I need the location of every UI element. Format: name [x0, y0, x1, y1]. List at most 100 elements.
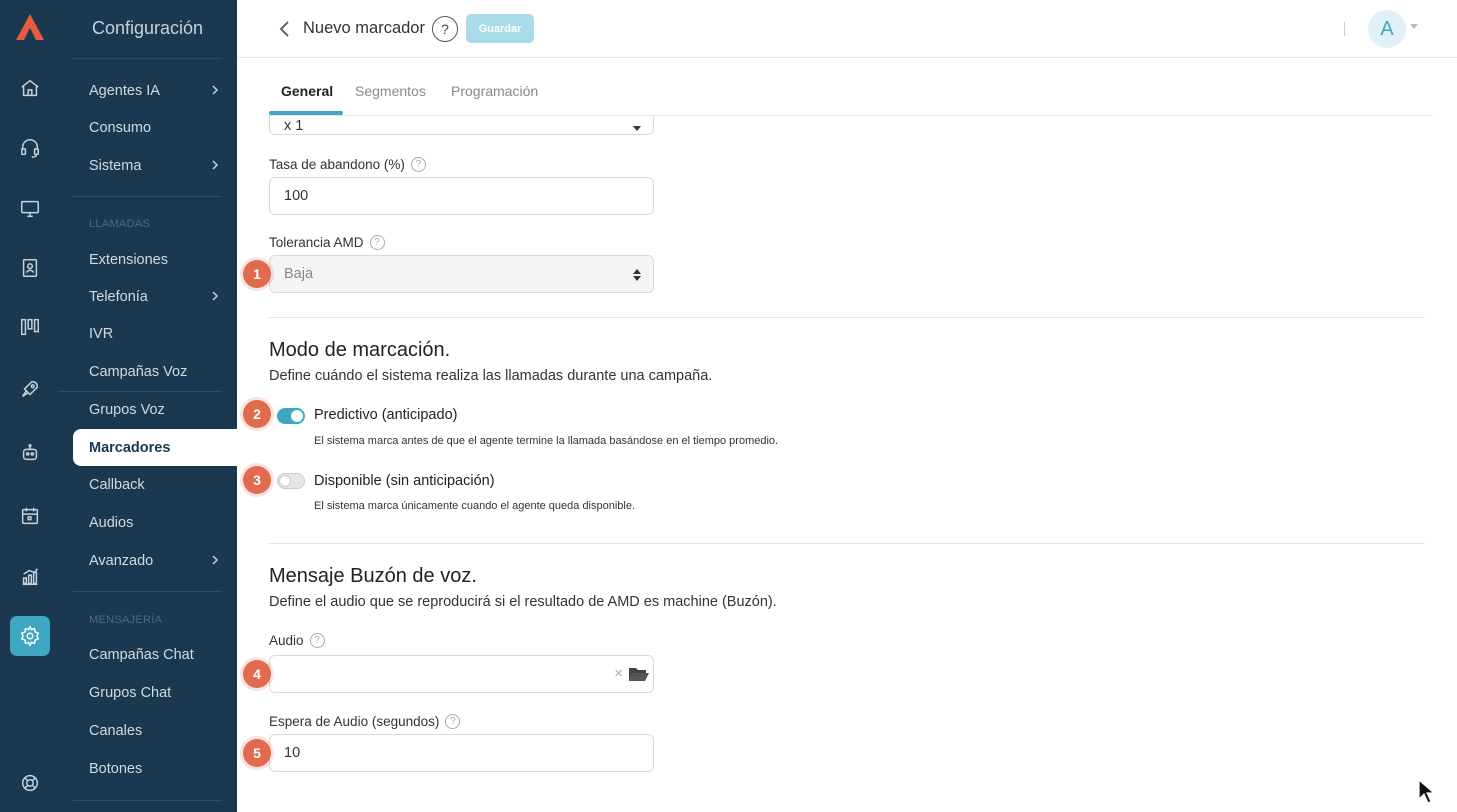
- sidebar-item-label: Campañas Chat: [89, 647, 194, 663]
- reports-icon[interactable]: [14, 561, 46, 593]
- sidebar-item-grupos-chat[interactable]: Grupos Chat: [89, 675, 222, 711]
- sort-caret-icon: [633, 269, 641, 281]
- sidebar-item-audios[interactable]: Audios: [89, 505, 222, 541]
- sidebar-item-label: Botones: [89, 761, 143, 777]
- audio-picker[interactable]: ×: [269, 655, 654, 693]
- ratio-select-value: x 1: [284, 118, 304, 134]
- page-title: Nuevo marcador: [303, 19, 425, 37]
- sidebar-item-label: Audios: [89, 515, 134, 531]
- avatar[interactable]: A: [1368, 10, 1406, 48]
- available-option-description: El sistema marca únicamente cuando el ag…: [314, 500, 636, 512]
- sidebar-item-label: IVR: [89, 326, 114, 342]
- sidebar-item-label: Avanzado: [89, 553, 154, 569]
- support-icon[interactable]: [14, 767, 46, 799]
- sidebar-item-label: Agentes IA: [89, 83, 160, 99]
- chevron-right-icon: [212, 160, 219, 170]
- sidebar-item-telefonia[interactable]: Telefonía: [89, 279, 222, 315]
- sidebar-item-agentes-ia[interactable]: Agentes IA: [89, 73, 222, 109]
- sidebar-divider: [73, 591, 222, 592]
- board-icon[interactable]: [14, 311, 46, 343]
- sidebar-item-label: Consumo: [89, 120, 152, 136]
- sidebar-item-sistema[interactable]: Sistema: [89, 148, 222, 184]
- sidebar-item-label: Callback: [89, 477, 145, 493]
- step-marker-4: 4: [243, 660, 271, 688]
- calendar-icon[interactable]: [14, 500, 46, 532]
- available-toggle[interactable]: [277, 473, 305, 489]
- sidebar-item-label: Telefonía: [89, 289, 148, 305]
- app-window: Configuración Agentes IA Consumo Sistema…: [0, 0, 1457, 812]
- predictive-option-title: Predictivo (anticipado): [314, 407, 458, 423]
- app-logo-icon[interactable]: [14, 12, 46, 42]
- predictive-option-description: El sistema marca antes de que el agente …: [314, 435, 779, 447]
- predictive-toggle[interactable]: [277, 408, 305, 424]
- abandon-rate-input[interactable]: 100: [269, 177, 654, 215]
- sidebar-item-extensiones[interactable]: Extensiones: [89, 242, 222, 278]
- sidebar-item-label: Sistema: [89, 158, 142, 174]
- section-divider: [269, 543, 1425, 544]
- help-circle-icon[interactable]: ?: [309, 633, 325, 648]
- section-llamadas: LLAMADAS: [89, 218, 151, 230]
- sidebar-item-ivr[interactable]: IVR: [89, 316, 222, 352]
- audio-label-text: Audio: [269, 633, 304, 648]
- sidebar-divider: [73, 58, 222, 59]
- sidebar-item-campanas-voz[interactable]: Campañas Voz: [89, 354, 222, 390]
- step-marker-2: 2: [243, 400, 271, 428]
- sidebar-item-marcadores[interactable]: Marcadores: [73, 429, 237, 466]
- sidebar-item-label: Grupos Voz: [89, 401, 165, 418]
- sidebar-item-canales[interactable]: Canales: [89, 713, 222, 749]
- tab-general[interactable]: General: [281, 83, 333, 99]
- contacts-icon[interactable]: [14, 252, 46, 284]
- sidebar-item-label: Canales: [89, 723, 143, 739]
- chevron-right-icon: [212, 555, 219, 565]
- toggle-knob: [279, 475, 291, 487]
- chevron-right-icon: [212, 85, 219, 95]
- sidebar-divider: [73, 800, 222, 801]
- icon-rail: [0, 0, 58, 812]
- rocket-icon[interactable]: [14, 373, 46, 405]
- help-circle-icon[interactable]: ?: [369, 235, 385, 250]
- sidebar-item-consumo[interactable]: Consumo: [89, 110, 222, 146]
- help-circle-icon[interactable]: ?: [445, 714, 461, 729]
- settings-sidebar: Configuración Agentes IA Consumo Sistema…: [58, 0, 237, 812]
- save-button[interactable]: Guardar: [466, 14, 534, 43]
- help-button[interactable]: ?: [432, 16, 458, 42]
- help-circle-icon[interactable]: ?: [410, 157, 426, 172]
- folder-open-icon[interactable]: [628, 665, 650, 683]
- main-content: General Segmentos Programación x 1 Tasa …: [237, 59, 1457, 812]
- tab-segmentos[interactable]: Segmentos: [355, 83, 426, 99]
- sidebar-item-label: Marcadores: [89, 439, 171, 456]
- sidebar-item-botones[interactable]: Botones: [89, 751, 222, 787]
- dial-mode-description: Define cuándo el sistema realiza las lla…: [269, 368, 713, 384]
- sidebar-item-callback[interactable]: Callback: [89, 467, 222, 503]
- available-option-title: Disponible (sin anticipación): [314, 473, 495, 489]
- sidebar-item-label: Extensiones: [89, 252, 168, 268]
- monitor-icon[interactable]: [14, 193, 46, 225]
- audio-label: Audio ?: [269, 633, 325, 648]
- step-marker-5: 5: [243, 739, 271, 767]
- section-divider: [269, 317, 1425, 318]
- tab-bar: General Segmentos Programación: [269, 59, 1433, 116]
- sidebar-item-avanzado[interactable]: Avanzado: [89, 543, 222, 579]
- audio-wait-label-text: Espera de Audio (segundos): [269, 714, 440, 729]
- section-mensajeria: MENSAJERÍA: [89, 614, 163, 626]
- sidebar-item-campanas-chat[interactable]: Campañas Chat: [89, 637, 222, 673]
- back-arrow-icon[interactable]: [277, 19, 293, 39]
- robot-icon[interactable]: [14, 437, 46, 469]
- headset-icon[interactable]: [14, 132, 46, 164]
- chevron-right-icon: [212, 291, 219, 301]
- caret-down-icon[interactable]: [1410, 24, 1418, 29]
- step-marker-3: 3: [243, 466, 271, 494]
- amd-tolerance-select[interactable]: Baja: [269, 255, 654, 293]
- sidebar-item-label: Grupos Chat: [89, 685, 172, 701]
- settings-icon[interactable]: [10, 616, 50, 656]
- amd-tolerance-value: Baja: [284, 266, 314, 282]
- audio-wait-input[interactable]: 10: [269, 734, 654, 772]
- home-icon[interactable]: [14, 72, 46, 104]
- clear-icon[interactable]: ×: [614, 665, 623, 682]
- toggle-knob: [291, 410, 303, 422]
- dial-mode-title: Modo de marcación.: [269, 339, 451, 361]
- tab-programacion[interactable]: Programación: [451, 83, 538, 99]
- sidebar-item-grupos-voz[interactable]: Grupos Voz: [58, 391, 222, 427]
- amd-tolerance-label: Tolerancia AMD ?: [269, 235, 385, 250]
- sidebar-title: Configuración: [92, 18, 204, 38]
